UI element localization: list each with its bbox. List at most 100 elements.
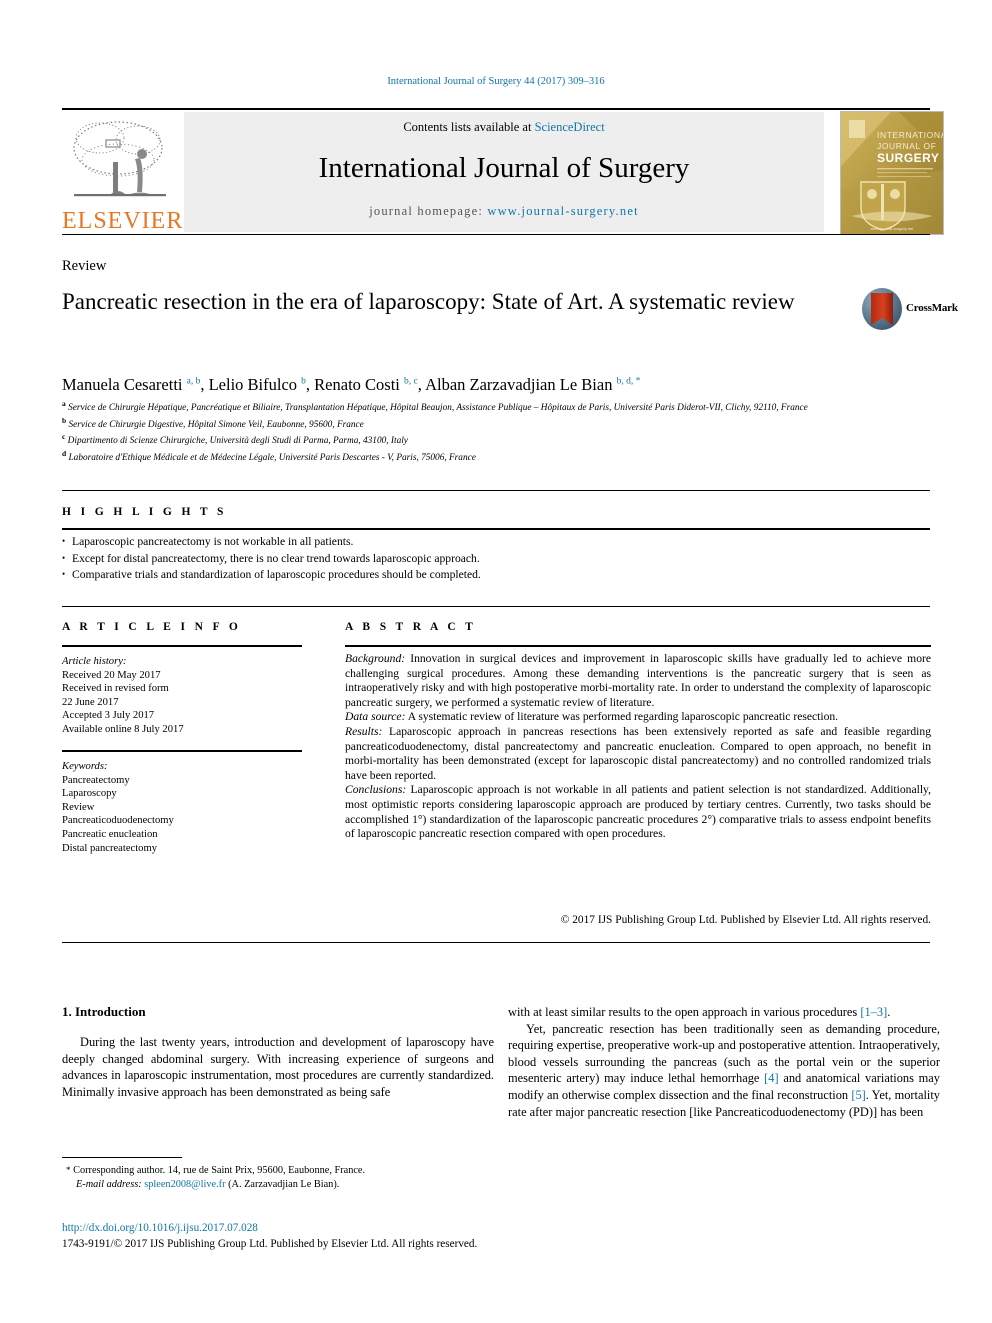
- affiliation-text: Service de Chirurgie Digestive, Hôpital …: [68, 419, 364, 430]
- body-column-left: 1. Introduction During the last twenty y…: [62, 1004, 494, 1100]
- issn-copyright-line: 1743-9191/© 2017 IJS Publishing Group Lt…: [62, 1238, 478, 1250]
- affiliation-item: c Dipartimento di Scienze Chirurgiche, U…: [62, 431, 932, 448]
- keywords-heading: Keywords:: [62, 761, 108, 772]
- affiliation-item: b Service de Chirurgie Digestive, Hôpita…: [62, 415, 932, 432]
- body-column-right: with at least similar results to the ope…: [508, 1004, 940, 1120]
- corresponding-author-note: * Corresponding author. 14, rue de Saint…: [62, 1163, 494, 1178]
- keyword-item: Pancreatic enucleation: [62, 828, 158, 840]
- abstract-paragraph: Results: Laparoscopic approach in pancre…: [345, 725, 931, 783]
- contents-prefix: Contents lists available at: [403, 120, 535, 134]
- article-history-line: Received in revised form: [62, 683, 169, 695]
- running-head: International Journal of Surgery 44 (201…: [387, 76, 605, 87]
- homepage-prefix: journal homepage:: [369, 204, 488, 218]
- keyword-item: Review: [62, 801, 95, 813]
- keywords-block: Keywords: Pancreatectomy Laparoscopy Rev…: [62, 760, 302, 855]
- abstract-copyright: © 2017 IJS Publishing Group Ltd. Publish…: [560, 914, 931, 926]
- intro-paragraph: During the last twenty years, introducti…: [62, 1035, 494, 1099]
- abstract-section-heading: Background:: [345, 652, 406, 665]
- highlight-item: Laparoscopic pancreatectomy is not worka…: [62, 533, 930, 551]
- email-link[interactable]: spleen2008@live.fr: [144, 1179, 225, 1190]
- affiliation-text: Laboratoire d'Ethique Médicale et de Méd…: [68, 452, 476, 463]
- affiliation-marker: b: [62, 415, 67, 425]
- svg-text:www.journal-surgery.net: www.journal-surgery.net: [871, 226, 914, 231]
- elsevier-tree-icon: [68, 114, 172, 206]
- highlights-list: Laparoscopic pancreatectomy is not worka…: [62, 533, 930, 584]
- author-list: Manuela Cesaretti a, b, Lelio Bifulco b,…: [62, 375, 641, 394]
- email-owner: (A. Zarzavadjian Le Bian).: [228, 1179, 340, 1190]
- highlight-item: Except for distal pancreatectomy, there …: [62, 550, 930, 568]
- corresponding-marker: *: [66, 1165, 71, 1175]
- email-note: E-mail address: spleen2008@live.fr (A. Z…: [62, 1178, 494, 1192]
- svg-text:JOURNAL OF: JOURNAL OF: [877, 141, 937, 151]
- intro-paragraph-continued: with at least similar results to the ope…: [508, 1005, 891, 1019]
- crossmark-badge[interactable]: CrossMark: [862, 288, 958, 330]
- abstract-section-text: Innovation in surgical devices and impro…: [345, 652, 931, 709]
- article-history-heading: Article history:: [62, 656, 127, 667]
- elsevier-logo: ELSEVIER: [62, 112, 184, 234]
- crossmark-book-icon: [871, 293, 893, 325]
- affiliation-item: d Laboratoire d'Ethique Médicale et de M…: [62, 448, 932, 465]
- info-top-rule: [62, 606, 930, 607]
- header-top-rule: [62, 108, 930, 110]
- keyword-item: Pancreaticoduodenectomy: [62, 815, 174, 827]
- keyword-item: Laparoscopy: [62, 788, 117, 800]
- abstract-paragraph: Data source: A systematic review of lite…: [345, 710, 931, 725]
- footnote-rule: [62, 1157, 182, 1158]
- abstract-paragraph: Background: Innovation in surgical devic…: [345, 652, 931, 710]
- abstract-rule: [345, 645, 931, 647]
- paper-page: International Journal of Surgery 44 (201…: [0, 0, 992, 1323]
- section-heading-introduction: 1. Introduction: [62, 1004, 146, 1019]
- affiliation-marker: d: [62, 448, 67, 458]
- intro-paragraph-2: Yet, pancreatic resection has been tradi…: [508, 1021, 940, 1119]
- doi-link[interactable]: http://dx.doi.org/10.1016/j.ijsu.2017.07…: [62, 1222, 258, 1234]
- affiliation-item: a Service de Chirurgie Hépatique, Pancré…: [62, 398, 932, 415]
- abstract-body: Background: Innovation in surgical devic…: [345, 652, 931, 842]
- article-history-line: Available online 8 July 2017: [62, 723, 184, 735]
- article-history: Article history: Received 20 May 2017 Re…: [62, 655, 302, 737]
- article-history-line: 22 June 2017: [62, 696, 119, 708]
- highlights-top-rule: [62, 490, 930, 491]
- highlights-bottom-rule: [62, 528, 930, 530]
- abstract-section-heading: Data source:: [345, 710, 406, 724]
- crossmark-label: CrossMark: [906, 302, 958, 314]
- svg-text:SURGERY: SURGERY: [877, 151, 939, 165]
- svg-text:INTERNATIONAL: INTERNATIONAL: [877, 130, 943, 140]
- abstract-section-heading: Results:: [345, 724, 383, 738]
- contents-available-line: Contents lists available at ScienceDirec…: [184, 120, 824, 135]
- article-type: Review: [62, 258, 107, 274]
- journal-name: International Journal of Surgery: [318, 152, 690, 184]
- header-bottom-rule: [62, 234, 930, 235]
- article-history-line: Received 20 May 2017: [62, 669, 161, 681]
- affiliation-marker: c: [62, 432, 66, 441]
- keywords-rule: [62, 750, 302, 752]
- highlights-label: H I G H L I G H T S: [62, 506, 227, 518]
- journal-homepage-line: journal homepage: www.journal-surgery.ne…: [184, 204, 824, 219]
- elsevier-wordmark: ELSEVIER: [62, 208, 184, 234]
- abstract-bottom-rule: [62, 942, 930, 943]
- journal-title-band: Contents lists available at ScienceDirec…: [184, 112, 824, 232]
- homepage-url-link[interactable]: www.journal-surgery.net: [487, 204, 638, 218]
- abstract-section-text: A systematic review of literature was pe…: [405, 710, 839, 724]
- keyword-item: Pancreatectomy: [62, 774, 130, 786]
- page-title: Pancreatic resection in the era of lapar…: [62, 289, 795, 314]
- sciencedirect-link[interactable]: ScienceDirect: [535, 120, 605, 134]
- affiliation-marker: a: [62, 399, 66, 408]
- crossmark-disc-icon: [862, 288, 902, 330]
- affiliation-text: Dipartimento di Scienze Chirurgiche, Uni…: [67, 436, 408, 447]
- article-info-rule: [62, 645, 302, 647]
- keyword-item: Distal pancreatectomy: [62, 842, 158, 854]
- article-info-label: A R T I C L E I N F O: [62, 621, 242, 633]
- highlight-item: Comparative trials and standardization o…: [62, 566, 930, 584]
- corresponding-author-text: Corresponding author. 14, rue de Saint P…: [73, 1165, 366, 1176]
- journal-cover-thumbnail: INTERNATIONAL JOURNAL OF SURGERY www.jou…: [840, 111, 944, 235]
- abstract-section-text: Laparoscopic approach is not workable in…: [345, 783, 931, 841]
- abstract-section-heading: Conclusions:: [345, 783, 407, 797]
- affiliation-list: a Service de Chirurgie Hépatique, Pancré…: [62, 398, 932, 464]
- footnote-block: * Corresponding author. 14, rue de Saint…: [62, 1163, 494, 1192]
- email-label: E-mail address:: [76, 1179, 142, 1190]
- abstract-paragraph: Conclusions: Laparoscopic approach is no…: [345, 783, 931, 841]
- affiliation-text: Service de Chirurgie Hépatique, Pancréat…: [68, 403, 808, 414]
- abstract-section-text: Laparoscopic approach in pancreas resect…: [345, 724, 931, 782]
- abstract-label: A B S T R A C T: [345, 621, 477, 633]
- journal-header-band: ELSEVIER Contents lists available at Sci…: [62, 108, 944, 235]
